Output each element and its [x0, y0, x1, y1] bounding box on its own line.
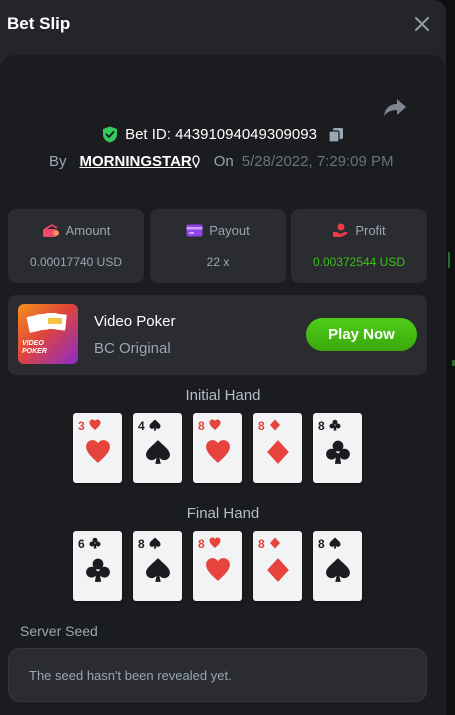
card-rank: 8 [198, 537, 205, 551]
spades-suit-icon [329, 537, 341, 549]
bet-id: Bet ID: 44391094049309093 [125, 126, 317, 143]
username-link[interactable]: MORNINGSTAR [80, 153, 192, 170]
thumbnail-label-line-1: VIDEO [22, 340, 44, 347]
card-rank: 4 [138, 419, 145, 433]
playing-card: 6 [73, 531, 122, 601]
video-poker-thumbnail[interactable]: VIDEO POKER [18, 304, 78, 364]
background-edge [446, 0, 455, 715]
on-label: On [213, 153, 234, 170]
hearts-suit-icon [89, 419, 101, 430]
card-rank: 8 [318, 419, 325, 433]
payout-label: Payout [209, 223, 250, 238]
card-rank: 6 [78, 537, 85, 551]
user-badge-icon [192, 155, 200, 168]
playing-card: 3 [73, 413, 122, 483]
final-hand-title: Final Hand [186, 505, 260, 522]
server-seed-field: The seed hasn't been revealed yet. [8, 648, 427, 702]
payout-value: 22 x [206, 255, 230, 269]
bet-meta-row: By MORNINGSTAR On 5/28/2022, 7:29:09 PM [49, 153, 394, 170]
hearts-suit-icon [86, 440, 110, 463]
bet-slip-modal: Bet Slip Bet ID: 44391094049309093 By MO… [0, 0, 446, 715]
modal-title: Bet Slip [7, 14, 71, 33]
hearts-suit-icon [206, 440, 230, 463]
clubs-suit-icon [86, 558, 110, 582]
hearts-suit-icon [209, 419, 221, 430]
spades-suit-icon [326, 558, 350, 582]
bet-id-row: Bet ID: 44391094049309093 [0, 126, 446, 143]
clubs-suit-icon [326, 440, 350, 464]
clubs-suit-icon [329, 419, 341, 431]
profit-stat: Profit 0.00372544 USD [291, 209, 427, 283]
play-now-button[interactable]: Play Now [306, 318, 417, 351]
playing-card: 8 [133, 531, 182, 601]
diamonds-suit-icon [267, 440, 289, 464]
spades-suit-icon [149, 419, 161, 431]
amount-stat: Amount 0.00017740 USD [8, 209, 144, 283]
game-subtitle: BC Original [94, 340, 171, 357]
thumbnail-label: VIDEO POKER [22, 340, 47, 356]
close-icon[interactable] [410, 12, 434, 36]
bet-date: 5/28/2022, 7:29:09 PM [241, 153, 394, 170]
payout-card-icon [186, 224, 203, 237]
profit-value: 0.00372544 USD [312, 255, 406, 269]
playing-card: 4 [133, 413, 182, 483]
card-rank: 8 [258, 537, 265, 551]
hearts-suit-icon [209, 537, 221, 548]
amount-value: 0.00017740 USD [29, 255, 123, 269]
share-icon[interactable] [383, 96, 407, 118]
by-label: By [49, 153, 67, 170]
game-name: Video Poker [94, 313, 176, 330]
playing-card: 8 [193, 413, 242, 483]
diamonds-suit-icon [267, 558, 289, 582]
playing-card: 8 [253, 413, 302, 483]
server-seed-value: The seed hasn't been revealed yet. [29, 668, 232, 683]
card-rank: 8 [318, 537, 325, 551]
initial-hand-cards: 3 4 8 8 8 [73, 413, 362, 483]
card-rank: 3 [78, 419, 85, 433]
diamonds-suit-icon [270, 537, 280, 549]
server-seed-label: Server Seed [20, 623, 98, 639]
profit-stat-head: Profit [291, 223, 427, 238]
hearts-suit-icon [206, 558, 230, 581]
spades-suit-icon [149, 537, 161, 549]
playing-card: 8 [313, 531, 362, 601]
payout-stat-head: Payout [150, 223, 286, 238]
card-rank: 8 [198, 419, 205, 433]
playing-card: 8 [253, 531, 302, 601]
game-card: VIDEO POKER Video Poker BC Original Play… [8, 295, 427, 375]
playing-card: 8 [313, 413, 362, 483]
payout-stat: Payout 22 x [150, 209, 286, 283]
spades-suit-icon [146, 558, 170, 582]
modal-header: Bet Slip [0, 0, 446, 50]
profit-label: Profit [355, 223, 386, 238]
copy-icon[interactable] [328, 127, 344, 143]
card-rank: 8 [138, 537, 145, 551]
clubs-suit-icon [89, 537, 101, 549]
amount-label: Amount [65, 223, 111, 238]
verified-shield-icon [103, 126, 118, 143]
profit-icon [333, 223, 348, 237]
thumbnail-cards-icon [26, 313, 67, 333]
background-accent [448, 252, 450, 268]
amount-icon [42, 223, 59, 237]
thumbnail-label-line-2: POKER [22, 348, 47, 355]
diamonds-suit-icon [270, 419, 280, 431]
card-rank: 8 [258, 419, 265, 433]
initial-hand-title: Initial Hand [185, 387, 261, 404]
playing-card: 8 [193, 531, 242, 601]
amount-stat-head: Amount [8, 223, 144, 238]
spades-suit-icon [146, 440, 170, 464]
final-hand-cards: 6 8 8 8 8 [73, 531, 362, 601]
